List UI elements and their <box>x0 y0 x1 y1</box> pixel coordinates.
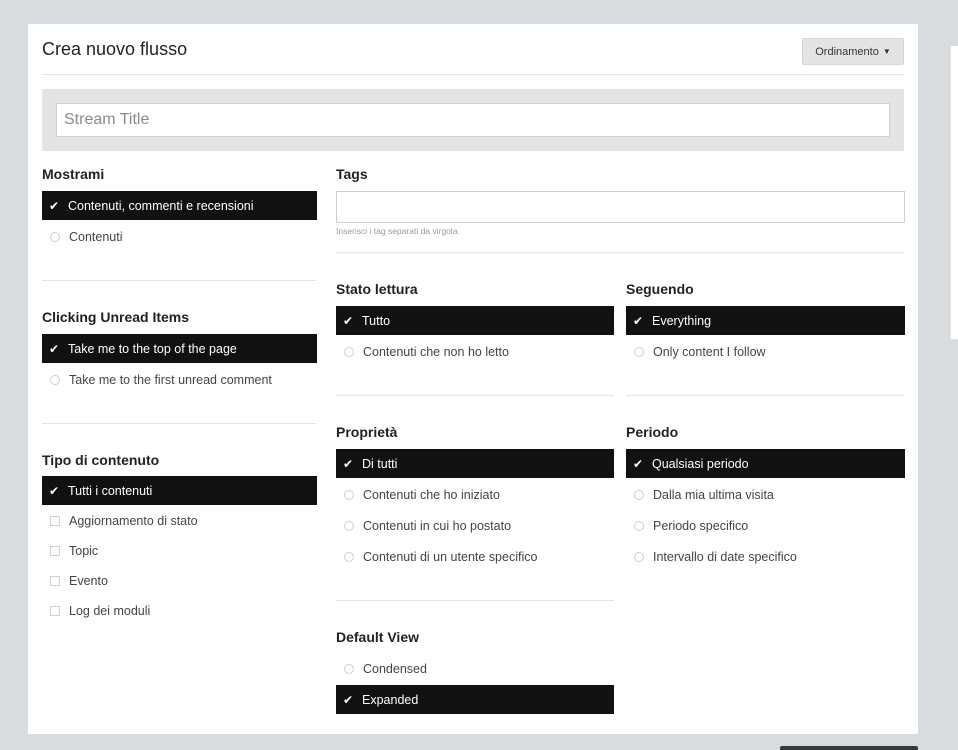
option-label: Tutto <box>362 313 391 328</box>
option-label: Only content I follow <box>653 344 766 359</box>
option-clicking-top[interactable]: ✔ Take me to the top of the page <box>42 334 317 363</box>
radio-empty-icon <box>344 346 354 357</box>
radio-empty-icon <box>634 520 644 531</box>
option-label: Qualsiasi periodo <box>652 456 749 471</box>
section-title-mostrami: Mostrami <box>42 166 105 182</box>
radio-empty-icon <box>344 520 354 531</box>
section-divider <box>336 395 614 396</box>
option-label: Everything <box>652 313 712 328</box>
check-icon: ✔ <box>49 341 60 356</box>
radio-empty-icon <box>634 489 644 500</box>
radio-empty-icon <box>344 551 354 562</box>
footer-button[interactable] <box>780 746 918 750</box>
stream-title-input[interactable] <box>56 103 890 137</box>
option-periodo-any[interactable]: ✔ Qualsiasi periodo <box>626 449 905 478</box>
option-label: Intervallo di date specifico <box>653 549 797 564</box>
tags-help-text: Inserisci i tag separati da virgola. <box>336 226 460 236</box>
section-title-periodo: Periodo <box>626 424 679 440</box>
option-proprieta-started[interactable]: Contenuti che ho iniziato <box>336 480 614 509</box>
option-periodo-last-visit[interactable]: Dalla mia ultima visita <box>626 480 905 509</box>
section-divider <box>42 423 317 424</box>
check-icon: ✔ <box>633 313 644 328</box>
page-title: Crea nuovo flusso <box>42 39 188 59</box>
section-title-tags: Tags <box>336 166 368 182</box>
option-mostrami-all[interactable]: ✔ Contenuti, commenti e recensioni <box>42 191 317 220</box>
option-tipo-log[interactable]: Log dei moduli <box>42 596 317 625</box>
option-label: Contenuti in cui ho postato <box>363 518 512 533</box>
caret-down-icon: ▼ <box>882 47 891 56</box>
option-tipo-all[interactable]: ✔ Tutti i contenuti <box>42 476 317 505</box>
check-icon: ✔ <box>49 198 60 213</box>
option-periodo-date-range[interactable]: Intervallo di date specifico <box>626 542 905 571</box>
section-title-seguendo: Seguendo <box>626 281 694 297</box>
section-divider <box>626 395 905 396</box>
check-icon: ✔ <box>49 483 60 498</box>
option-label: Periodo specifico <box>653 518 749 533</box>
section-title-clicking: Clicking Unread Items <box>42 309 190 325</box>
section-divider <box>336 600 614 601</box>
radio-empty-icon <box>50 374 60 385</box>
section-divider <box>336 252 905 253</box>
check-icon: ✔ <box>343 456 354 471</box>
section-title-tipo: Tipo di contenuto <box>42 452 160 468</box>
option-mostrami-contenuti[interactable]: Contenuti <box>42 222 317 251</box>
option-tipo-evento[interactable]: Evento <box>42 566 317 595</box>
section-title-default-view: Default View <box>336 629 419 645</box>
option-proprieta-posted[interactable]: Contenuti in cui ho postato <box>336 511 614 540</box>
option-view-condensed[interactable]: Condensed <box>336 654 614 683</box>
option-label: Contenuti di un utente specifico <box>363 549 538 564</box>
option-clicking-first-unread[interactable]: Take me to the first unread comment <box>42 365 317 394</box>
option-label: Dalla mia ultima visita <box>653 487 774 502</box>
checkbox-empty-icon <box>50 605 60 616</box>
option-label: Expanded <box>362 692 419 707</box>
option-label: Contenuti <box>69 229 123 244</box>
option-label: Condensed <box>363 661 427 676</box>
check-icon: ✔ <box>633 456 644 471</box>
option-tipo-topic[interactable]: Topic <box>42 536 317 565</box>
option-view-expanded[interactable]: ✔ Expanded <box>336 685 614 714</box>
option-seguendo-everything[interactable]: ✔ Everything <box>626 306 905 335</box>
check-icon: ✔ <box>343 692 354 707</box>
tags-input[interactable] <box>336 191 905 223</box>
option-seguendo-followed[interactable]: Only content I follow <box>626 337 905 366</box>
option-label: Log dei moduli <box>69 603 151 618</box>
option-label: Topic <box>69 543 99 558</box>
checkbox-empty-icon <box>50 575 60 586</box>
side-card <box>950 46 958 340</box>
option-label: Contenuti che non ho letto <box>363 344 509 359</box>
check-icon: ✔ <box>343 313 354 328</box>
option-label: Contenuti, commenti e recensioni <box>68 198 254 213</box>
header-divider <box>42 74 904 75</box>
option-proprieta-all[interactable]: ✔ Di tutti <box>336 449 614 478</box>
section-title-proprieta: Proprietà <box>336 424 398 440</box>
create-stream-panel: Crea nuovo flusso Ordinamento ▼ Mostrami… <box>28 24 918 734</box>
option-stato-tutto[interactable]: ✔ Tutto <box>336 306 614 335</box>
sort-button-label: Ordinamento <box>815 45 879 58</box>
section-divider <box>42 280 317 281</box>
radio-empty-icon <box>50 231 60 242</box>
checkbox-empty-icon <box>50 545 60 556</box>
option-label: Contenuti che ho iniziato <box>363 487 500 502</box>
checkbox-empty-icon <box>50 515 60 526</box>
option-label: Aggiornamento di stato <box>69 513 198 528</box>
option-stato-unread[interactable]: Contenuti che non ho letto <box>336 337 614 366</box>
radio-empty-icon <box>634 346 644 357</box>
option-proprieta-user[interactable]: Contenuti di un utente specifico <box>336 542 614 571</box>
stream-title-bar <box>42 89 904 151</box>
radio-empty-icon <box>634 551 644 562</box>
option-label: Tutti i contenuti <box>68 483 153 498</box>
option-label: Take me to the first unread comment <box>69 372 272 387</box>
option-label: Take me to the top of the page <box>68 341 237 356</box>
radio-empty-icon <box>344 489 354 500</box>
option-label: Evento <box>69 573 108 588</box>
sort-button[interactable]: Ordinamento ▼ <box>802 38 904 65</box>
section-title-stato: Stato lettura <box>336 281 418 297</box>
option-tipo-status[interactable]: Aggiornamento di stato <box>42 506 317 535</box>
option-periodo-specific[interactable]: Periodo specifico <box>626 511 905 540</box>
radio-empty-icon <box>344 663 354 674</box>
option-label: Di tutti <box>362 456 398 471</box>
